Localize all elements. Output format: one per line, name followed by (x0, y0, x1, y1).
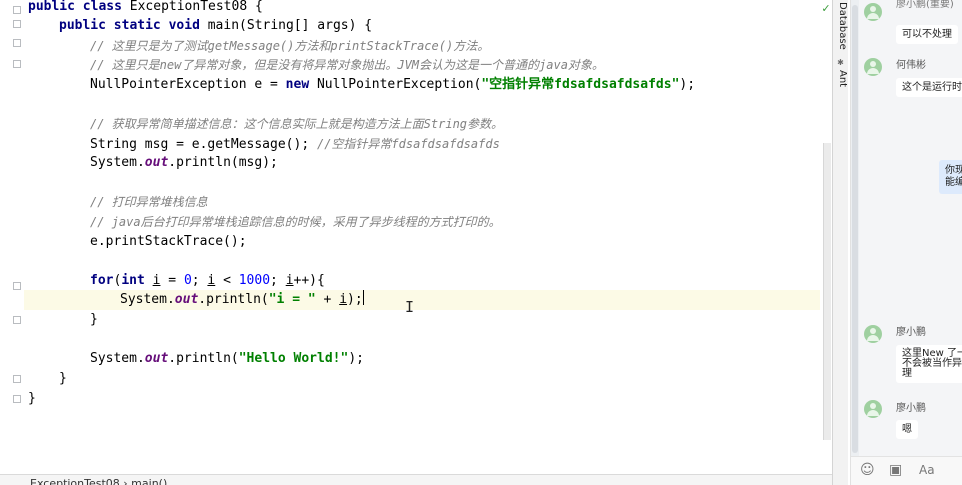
code-comment: // 这里只是为了测试getMessage()方法和printStackTrac… (90, 39, 490, 53)
code-line-1: public class ExceptionTest08 { (28, 0, 263, 14)
breadcrumb[interactable]: ExceptionTest08 › main() (0, 474, 832, 485)
chat-message-self: 你现 能编 (939, 160, 962, 194)
chat-message: 嗯 (896, 420, 918, 439)
fold-marker-icon[interactable] (13, 395, 21, 403)
code-comment: // 这里只是new了异常对象，但是没有将异常对象抛出。JVM会认为这是一个普通… (90, 58, 604, 72)
fold-marker-icon[interactable] (13, 39, 21, 47)
breadcrumb-text[interactable]: ExceptionTest08 › main() (30, 477, 167, 485)
tab-ant[interactable]: Ant (834, 70, 848, 87)
font-icon[interactable]: Aa (919, 463, 935, 477)
code-line-16: System.out.println("i = " + i); (120, 290, 364, 307)
chat-message-line: 理 (902, 368, 912, 379)
fold-marker-icon[interactable] (13, 375, 21, 383)
sender-name-cut: 廖小鹏 (896, 0, 926, 10)
code-line-21: } (28, 391, 36, 406)
fold-marker-icon[interactable] (13, 20, 21, 28)
code-line-9: System.out.println(msg); (90, 155, 278, 170)
fold-marker-icon[interactable] (13, 60, 21, 68)
code-line-2: public static void main(String[] args) { (59, 18, 373, 33)
code-line-13: e.printStackTrace(); (90, 234, 247, 249)
code-line-17: } (90, 312, 98, 327)
chat-message-line: 你现 (945, 165, 962, 176)
code-comment: // 获取异常简单描述信息：这个信息实际上就是构造方法上面String参数。 (90, 117, 504, 131)
sender-name: 廖小鹏 (896, 327, 926, 338)
chat-scrollbar-thumb[interactable] (852, 5, 858, 453)
sender-name: 廖小鹏 (896, 403, 926, 414)
sender-name: 何伟彬 (896, 60, 926, 71)
avatar (864, 3, 882, 21)
avatar (864, 325, 882, 343)
chat-message: 可以不处理 (896, 25, 958, 44)
emoji-icon[interactable]: ☺ (860, 462, 875, 478)
header-text-cut: (重要) (926, 0, 954, 10)
image-icon[interactable]: ▣ (889, 462, 902, 478)
chat-panel: 廖小鹏 (重要) 可以不处理 何伟彬 这个是运行时 你现 能编 廖小鹏 这里Ne… (850, 0, 962, 485)
inspection-ok-icon[interactable]: ✓ (820, 2, 832, 15)
code-line-8: String msg = e.getMessage(); //空指针异常fdsa… (90, 137, 500, 152)
code-line-19: System.out.println("Hello World!"); (90, 351, 364, 366)
code-line-15: for(int i = 0; i < 1000; i++){ (90, 273, 325, 288)
code-line-5: NullPointerException e = new NullPointer… (90, 77, 696, 92)
ant-icon: ✱ (837, 58, 844, 67)
code-line-20: } (59, 371, 67, 386)
mouse-ibeam-icon: I (405, 298, 415, 316)
avatar (864, 400, 882, 418)
editor-scrollbar-thumb[interactable] (823, 143, 831, 440)
editor-gutter (0, 0, 24, 474)
tab-database[interactable]: Database (834, 2, 848, 50)
chat-message-line: 能编 (945, 177, 962, 188)
code-editor[interactable]: public class ExceptionTest08 { public st… (0, 0, 832, 474)
chat-message: 这里New 了一 不会被当作异 理 (896, 345, 962, 383)
code-comment: // java后台打印异常堆栈追踪信息的时候，采用了异步线程的方式打印的。 (90, 215, 501, 229)
chat-scrollbar[interactable] (851, 0, 859, 485)
text-cursor (362, 290, 364, 305)
avatar (864, 58, 882, 76)
fold-marker-icon[interactable] (13, 6, 21, 14)
chat-input-toolbar: ☺ ▣ Aa (851, 456, 962, 485)
chat-message: 这个是运行时 (896, 78, 962, 97)
fold-marker-icon[interactable] (13, 316, 21, 324)
code-comment: // 打印异常堆栈信息 (90, 195, 208, 209)
fold-marker-icon[interactable] (13, 282, 21, 290)
right-tool-strip: Database ✱ Ant (832, 0, 848, 485)
